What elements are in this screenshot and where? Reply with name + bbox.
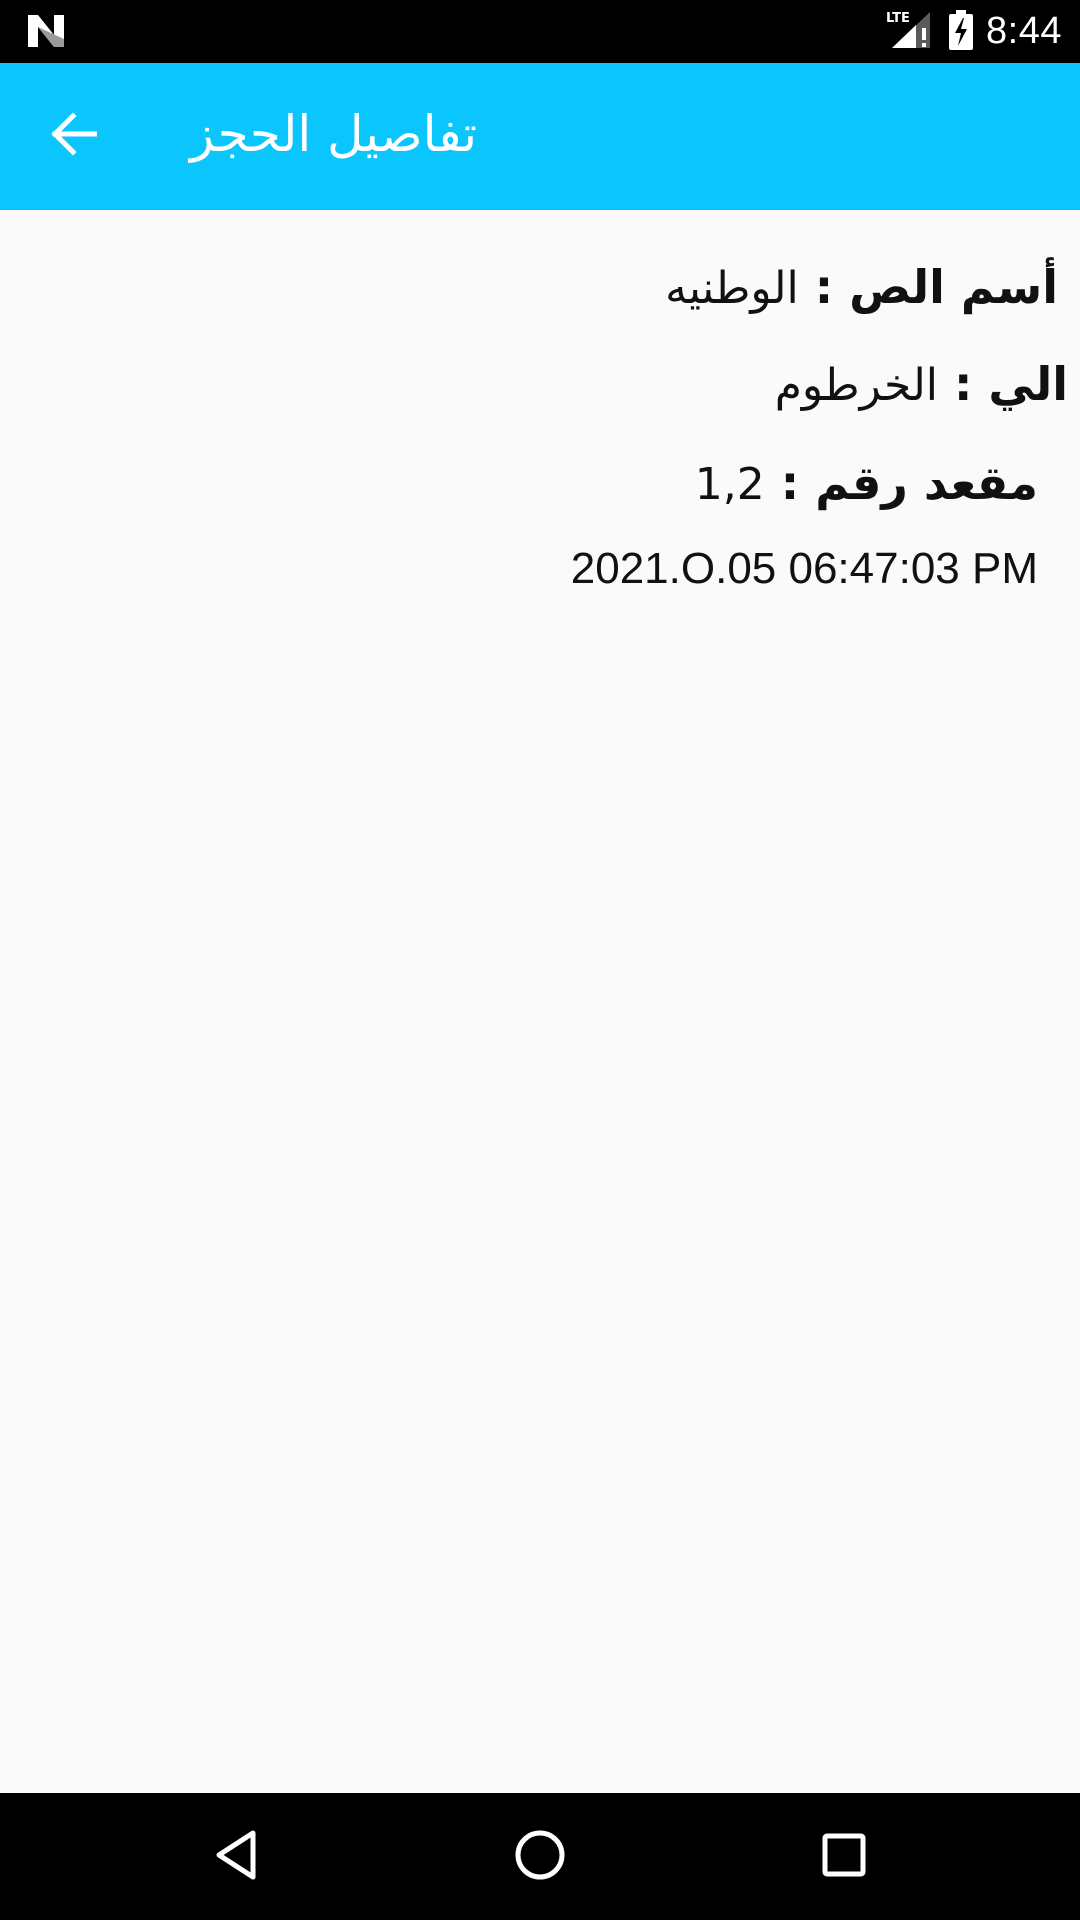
back-button[interactable] [38, 101, 108, 171]
home-circle-icon [514, 1829, 566, 1885]
detail-label: أسم الص [849, 260, 1058, 314]
n-logo-icon [26, 13, 66, 49]
nav-home-button[interactable] [502, 1819, 578, 1895]
detail-row-destination: الي : الخرطوم [775, 357, 1068, 411]
battery-charging-icon [948, 9, 974, 54]
status-bar: LTE 8:44 [0, 0, 1080, 63]
detail-value: الوطنيه [665, 263, 799, 314]
nav-back-button[interactable] [198, 1819, 274, 1895]
detail-colon: : [780, 456, 800, 510]
navigation-bar [0, 1793, 1080, 1920]
booking-timestamp: 2021.O.05 06:47:03 PM [570, 544, 1038, 593]
back-triangle-icon [213, 1829, 259, 1885]
nav-recents-button[interactable] [806, 1819, 882, 1895]
app-bar: تفاصيل الحجز [0, 63, 1080, 210]
detail-colon: : [954, 357, 973, 411]
arrow-back-icon [49, 112, 98, 160]
detail-label: مقعد رقم [815, 456, 1038, 510]
svg-text:LTE: LTE [886, 11, 910, 26]
recents-square-icon [821, 1832, 867, 1882]
status-icons: LTE 8:44 [886, 0, 1062, 63]
detail-row-company: أسم الص : الوطنيه [665, 260, 1058, 314]
detail-value: الخرطوم [774, 360, 938, 411]
page-title: تفاصيل الحجز [190, 105, 478, 163]
detail-value: 1,2 [694, 459, 765, 510]
lte-signal-icon: LTE [886, 8, 936, 56]
detail-row-seat: مقعد رقم : 1,2 [695, 456, 1038, 510]
detail-colon: : [814, 260, 834, 314]
booking-details: أسم الص : الوطنيه الي : الخرطوم مقعد رقم… [0, 210, 1080, 1793]
detail-label: الي [988, 357, 1068, 411]
status-time: 8:44 [986, 10, 1062, 52]
